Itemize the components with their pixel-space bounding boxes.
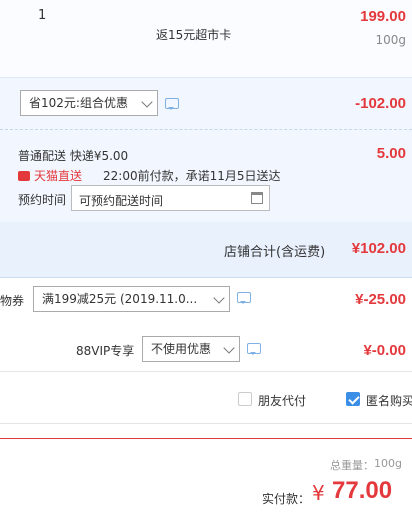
reserve-time-placeholder: 可预约配送时间	[79, 194, 164, 208]
total-weight-label: 总重量：	[330, 459, 374, 472]
friend-pay-checkbox[interactable]	[238, 392, 252, 406]
store-total-row: 店铺合计(含运费) ¥102.00	[0, 222, 412, 278]
shipping-row: 普通配送 快递¥5.00 5.00 天猫直送 22:00前付款，承诺11月5日送…	[0, 130, 412, 222]
chevron-down-icon	[141, 96, 153, 108]
chevron-down-icon	[213, 292, 225, 304]
coupon-label: 物券	[0, 294, 25, 308]
total-weight-value: 100g	[374, 457, 402, 470]
friend-pay-label: 朋友代付	[258, 394, 307, 408]
anonymous-checkbox[interactable]	[346, 392, 360, 406]
tmall-direct-badge: 天猫直送	[18, 167, 82, 184]
coupon-amount: ¥-25.00	[355, 291, 406, 308]
chevron-down-icon	[223, 342, 235, 354]
order-summary: 总重量： 100g 实付款： ¥ 77.00	[0, 438, 412, 514]
chat-icon[interactable]	[247, 343, 261, 355]
promo-select[interactable]: 省102元:组合优惠	[20, 90, 158, 116]
tmall-direct-label: 天猫直送	[34, 169, 83, 183]
shipping-promise: 22:00前付款，承诺11月5日送达	[103, 169, 281, 183]
promo-amount: -102.00	[355, 95, 406, 112]
shipping-cost: 5.00	[376, 145, 406, 162]
coupon-section: 物券 满199减25元 (2019.11.0... ¥-25.00 88VIP专…	[0, 278, 412, 372]
chat-icon[interactable]	[237, 292, 251, 304]
promo-select-value: 省102元:组合优惠	[29, 96, 128, 110]
item-price: 199.00	[360, 8, 406, 25]
coupon-select-value: 满199减25元 (2019.11.0...	[42, 292, 198, 306]
item-name: 返15元超市卡	[156, 28, 232, 42]
item-quantity: 1	[38, 8, 47, 23]
paid-label: 实付款：	[262, 492, 311, 506]
item-weight: 100g	[375, 33, 406, 47]
store-total-label: 店铺合计(含运费)	[224, 245, 326, 260]
reserve-time-input[interactable]: 可预约配送时间	[71, 185, 270, 211]
reserve-time-label: 预约时间	[18, 193, 67, 207]
store-total-amount: ¥102.00	[351, 240, 406, 257]
anonymous-label: 匿名购买	[366, 394, 412, 408]
vip-select-value: 不使用优惠	[151, 342, 212, 356]
vip-amount: ¥-0.00	[363, 342, 406, 359]
vip-label: 88VIP专享	[76, 344, 135, 358]
paid-amount: 77.00	[332, 477, 393, 504]
promo-row: 省102元:组合优惠 -102.00	[0, 78, 412, 130]
coupon-select[interactable]: 满199减25元 (2019.11.0...	[33, 286, 230, 312]
chat-icon[interactable]	[165, 98, 179, 110]
options-row: 朋友代付 匿名购买	[0, 372, 412, 424]
order-item-row: 1 返15元超市卡 199.00 100g	[0, 0, 412, 78]
tmall-cat-icon	[18, 170, 30, 181]
paid-currency: ¥	[312, 481, 325, 505]
shipping-method: 普通配送 快递¥5.00	[18, 149, 129, 163]
vip-select[interactable]: 不使用优惠	[142, 336, 240, 362]
calendar-icon[interactable]	[251, 192, 263, 204]
